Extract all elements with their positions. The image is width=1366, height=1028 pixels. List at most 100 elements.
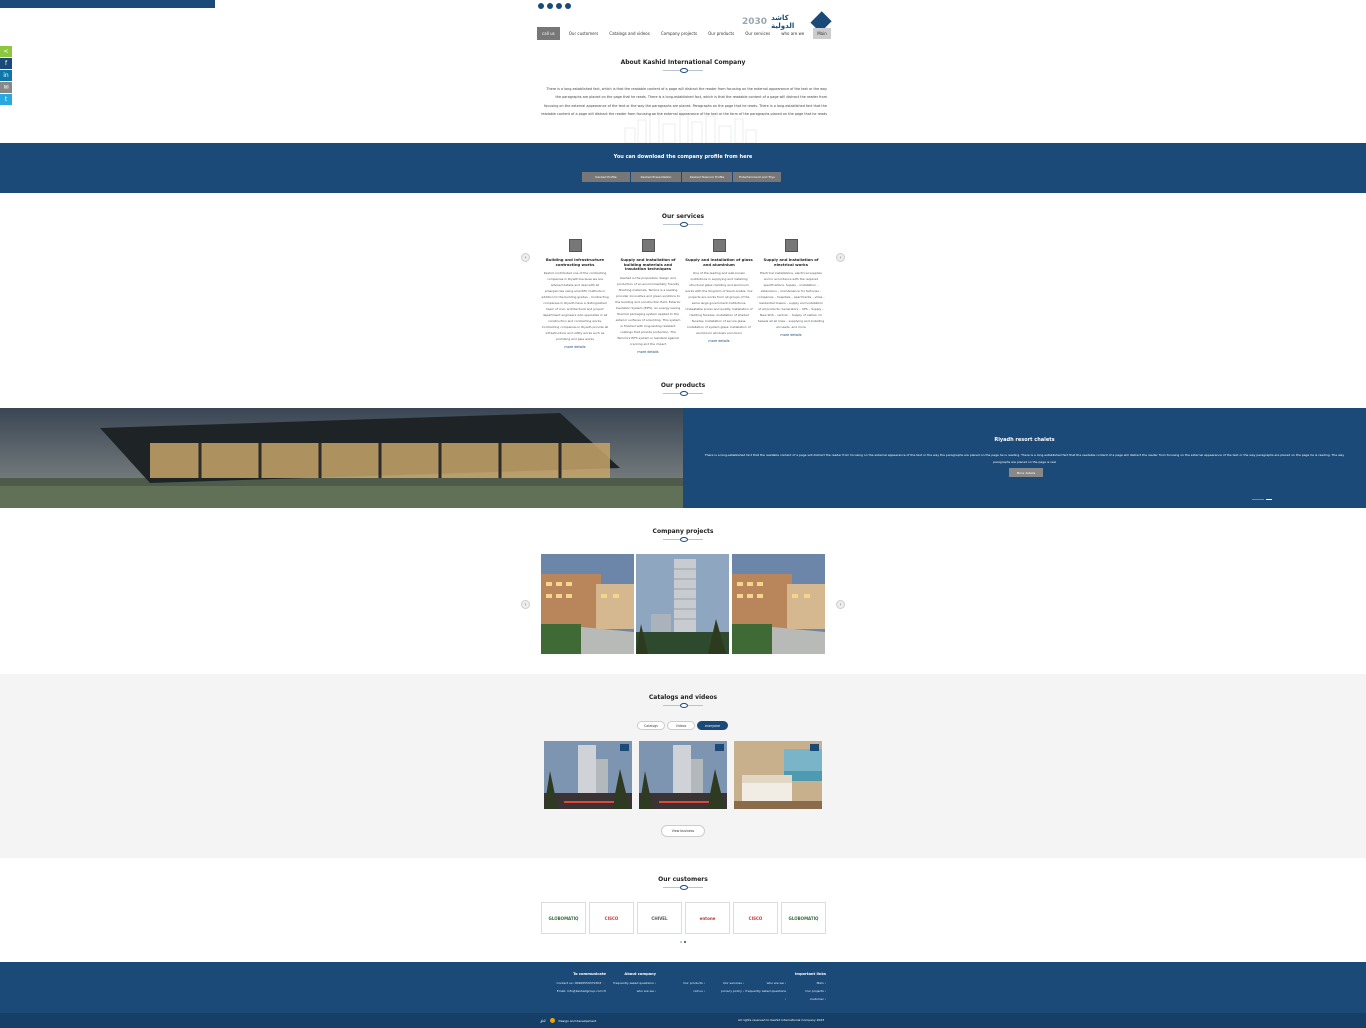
footer-link[interactable]: Our services › [702,979,744,987]
catalog-item-3[interactable] [734,741,822,809]
service-desc: One of the leading and well-known instit… [685,271,753,335]
main-nav: call us Our customers Catalogs and video… [537,27,831,40]
product-info-panel: Riyadh resort chalets There is a long-es… [683,408,1366,508]
projects-ornament [663,536,703,542]
service-card-3: Supply and installation of glass and alu… [685,239,753,343]
nav-who-are-we[interactable]: who are we [779,28,806,39]
service-card-4: Supply and installation of electrical wo… [757,239,825,337]
customers-ornament [663,884,703,890]
service-more-link[interactable]: more details [614,350,682,354]
footer-link[interactable]: customer › [786,995,826,1003]
product-slider-dots[interactable] [1252,499,1272,501]
facebook-icon[interactable] [565,3,571,9]
footer-links-3: who are we › frequently asked questions … [744,979,786,1003]
service-more-link[interactable]: more details [541,345,609,349]
linkedin-share-icon[interactable]: in [0,70,12,81]
products-ornament [663,390,703,396]
credit-text: Design and development [558,1018,597,1023]
footer-link[interactable]: Main › [786,979,826,987]
catalogs-ornament [663,702,703,708]
footer-link[interactable]: privacy policy › [702,987,744,995]
footer-link[interactable]: frequently asked questions › [744,987,786,1003]
project-image-1[interactable] [541,554,634,654]
footer-link[interactable]: Our projects › [786,987,826,995]
nav-main[interactable]: Main [813,28,831,39]
profile-title: You can download the company profile fro… [613,154,753,160]
footer-phone[interactable]: Contact us: 00966559379303 📞 [540,979,606,987]
profile-button-3[interactable]: Kashed Telecom Profile [682,172,732,182]
vision-2030-logo: 2030 [742,17,768,27]
service-title: Building and infrastructure contracting … [545,257,605,267]
footer-link[interactable]: who are we › [744,979,786,987]
profile-button-2[interactable]: Kashed Presentation [631,172,681,182]
customer-logo[interactable]: entone [685,902,730,934]
footer-link[interactable]: Our products › [660,979,705,987]
service-desc: Electrical installations, electrical sup… [757,271,825,329]
about-title: About Kashid International Company [620,59,746,66]
top-bar: 2030 كاشد الدولية call us Our customers … [0,0,1366,40]
service-more-link[interactable]: more details [757,333,825,337]
nav-projects[interactable]: Company projects [659,28,699,39]
profile-band [0,143,1366,193]
product-image [0,408,683,508]
product-details-button[interactable]: More details [1009,468,1043,477]
header-social-links [538,3,571,9]
document-icon [568,239,582,252]
customer-logo[interactable]: GLOBOMATIQ [781,902,826,934]
catalog-item-1[interactable] [544,741,632,809]
footer-important: Important links Main › Our projects › cu… [786,972,826,1003]
customers-dots[interactable] [680,941,686,943]
customer-logo[interactable]: GLOBOMATIQ [541,902,586,934]
view-business-button[interactable]: View business [661,825,705,837]
catalog-badge-icon [810,744,819,751]
nav-catalogs[interactable]: Catalogs and videos [607,28,652,39]
share-toggle-icon[interactable]: < [0,46,12,57]
customer-logo[interactable]: CHIVEL [637,902,682,934]
product-title: Riyadh resort chalets [994,437,1055,443]
footer-links-1: Our products › call us › [660,979,705,995]
service-desc: Kashid contributed one of the contractin… [541,271,609,341]
catalog-item-2[interactable] [639,741,727,809]
services-ornament [663,221,703,227]
profile-button-1[interactable]: Kashed Profile [582,172,630,182]
dot-active[interactable] [684,941,686,943]
instagram-icon[interactable] [547,3,553,9]
tab-everyone[interactable]: everyone [697,721,728,730]
top-ribbon [0,0,235,8]
service-more-link[interactable]: more details [685,339,753,343]
footer-heading: About company [624,972,656,976]
service-title: Supply and installation of electrical wo… [763,257,819,267]
project-image-3[interactable] [732,554,825,654]
email-share-icon[interactable]: ✉ [0,82,12,93]
services-next-button[interactable]: › [836,253,845,262]
dot[interactable] [680,941,682,943]
service-card-2: Supply and installation of building mate… [614,239,682,354]
nav-services[interactable]: Our services [743,28,772,39]
project-image-2[interactable] [636,554,729,654]
projects-prev-button[interactable]: ‹ [521,600,530,609]
nav-products[interactable]: Our products [706,28,736,39]
projects-title: Company projects [652,528,714,535]
nav-call-us[interactable]: call us [537,27,560,40]
footer-link[interactable]: frequently asked questions › [606,979,656,987]
twitter-icon[interactable] [556,3,562,9]
youtube-icon[interactable] [538,3,544,9]
twitter-share-icon[interactable]: t [0,94,12,105]
side-share-bar: < f in ✉ t [0,46,12,105]
projects-next-button[interactable]: › [836,600,845,609]
profile-button-4[interactable]: Entertainment and Toys [733,172,781,182]
footer-heading: Important links [794,972,826,976]
customer-logo[interactable]: CISCO [733,902,778,934]
footer-link[interactable]: call us › [660,987,705,995]
footer-email[interactable]: Email: info@kashedgroup.com ✉ [540,987,606,995]
customer-logo[interactable]: CISCO [589,902,634,934]
services-prev-button[interactable]: ‹ [521,253,530,262]
credit-brand[interactable]: أفاق [540,1019,546,1023]
tab-catalogs[interactable]: Catalogs [637,721,665,730]
catalog-tabs: Catalogs Videos everyone [637,721,728,730]
footer-link[interactable]: who are we › [606,987,656,995]
tab-videos[interactable]: Videos [667,721,695,730]
nav-our-customers[interactable]: Our customers [567,28,601,39]
service-desc: Kashed is the proposition design and pro… [615,275,681,346]
footer-about: About company frequently asked questions… [606,972,656,995]
